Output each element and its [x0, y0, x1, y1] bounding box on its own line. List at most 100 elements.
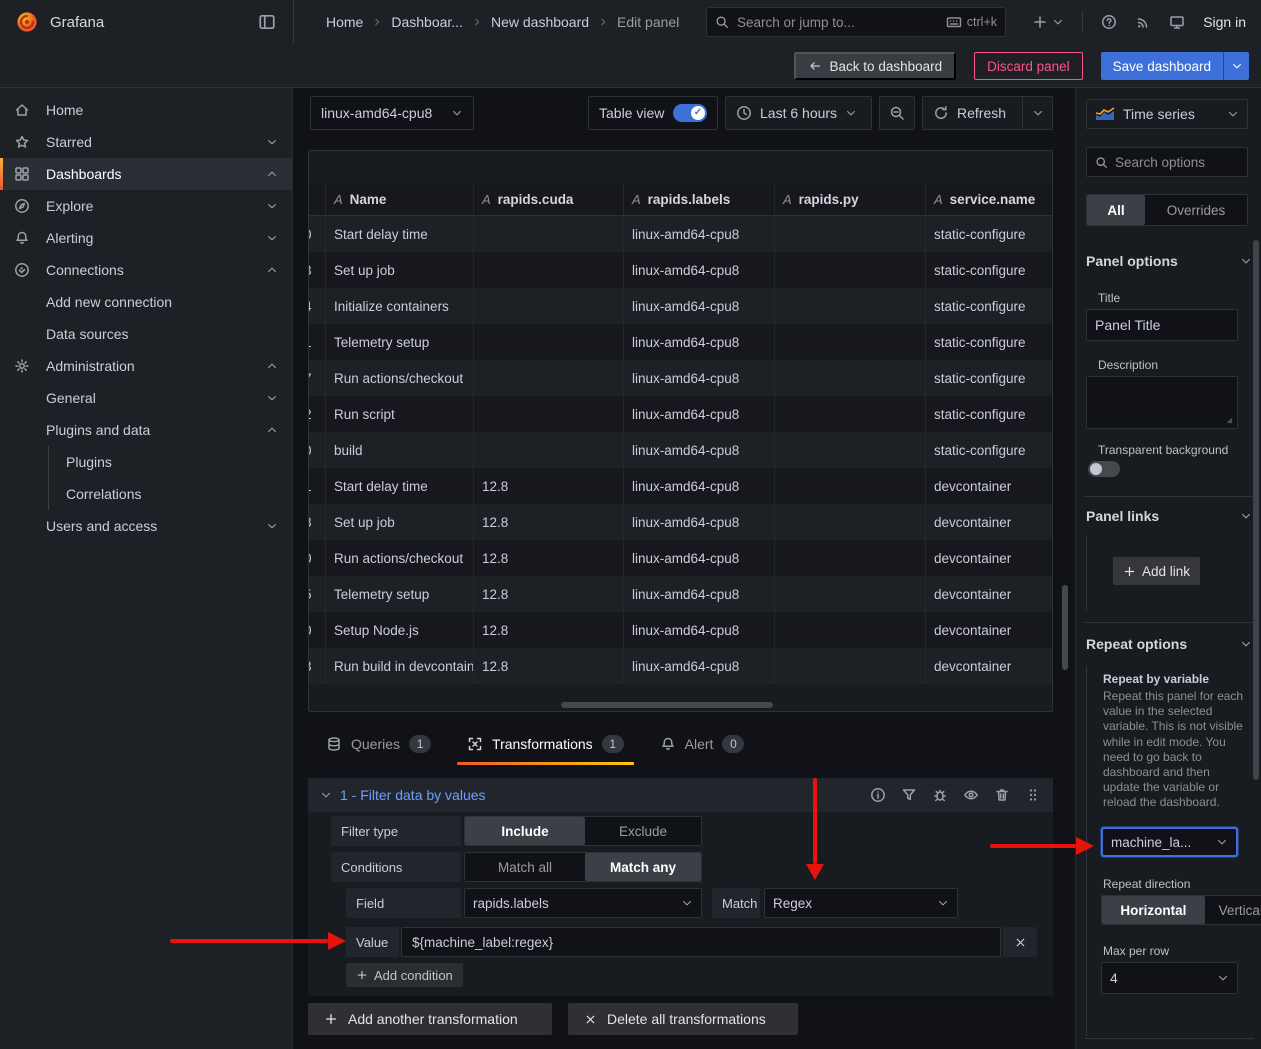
drag-handle-icon[interactable] — [1025, 787, 1041, 803]
sidebar-item-data-sources[interactable]: Data sources — [0, 318, 292, 350]
info-icon[interactable] — [870, 787, 886, 803]
delete-all-transformations-button[interactable]: Delete all transformations — [568, 1003, 798, 1035]
field-select[interactable]: rapids.labels — [464, 888, 702, 918]
sidebar-item-explore[interactable]: Explore — [0, 190, 292, 222]
table-header-service-name[interactable]: Aservice.name — [926, 184, 1053, 215]
filter-icon[interactable] — [901, 787, 917, 803]
sign-in-link[interactable]: Sign in — [1203, 14, 1246, 30]
table-row[interactable]: 0 Setup Node.js 12.8 linux-amd64-cpu8 de… — [309, 612, 1053, 648]
chevron-up-icon[interactable] — [266, 424, 278, 436]
chevron-down-icon[interactable] — [266, 200, 278, 212]
sidebar-item-dashboards[interactable]: Dashboards — [0, 158, 292, 190]
table-row[interactable]: 2 Run script linux-amd64-cpu8 static-con… — [309, 396, 1053, 432]
table-row[interactable]: 1 Start delay time 12.8 linux-amd64-cpu8… — [309, 468, 1053, 504]
repeat-direction-vertical[interactable]: Vertical — [1205, 896, 1261, 924]
new-menu-button[interactable] — [1032, 14, 1064, 30]
transformation-title[interactable]: 1 - Filter data by values — [340, 787, 486, 803]
table-header-rapids-py[interactable]: Arapids.py — [775, 184, 926, 215]
chevron-up-icon[interactable] — [266, 168, 278, 180]
chevron-down-icon[interactable] — [266, 520, 278, 532]
time-range-picker[interactable]: Last 6 hours — [725, 96, 872, 130]
options-pane-scrollbar[interactable] — [1253, 240, 1259, 780]
tab-all[interactable]: All — [1087, 195, 1145, 225]
help-icon[interactable] — [1101, 14, 1117, 30]
sidebar-item-connections[interactable]: Connections — [0, 254, 292, 286]
table-row[interactable]: 3 Set up job linux-amd64-cpu8 static-con… — [309, 252, 1053, 288]
save-dashboard-button[interactable]: Save dashboard — [1101, 52, 1223, 80]
sidebar-item-alerting[interactable]: Alerting — [0, 222, 292, 254]
max-per-row-select[interactable]: 4 — [1101, 962, 1238, 994]
repeat-options-section-header[interactable]: Repeat options — [1086, 636, 1252, 652]
news-rss-icon[interactable] — [1135, 14, 1151, 30]
options-search-input[interactable] — [1115, 155, 1239, 170]
tab-queries[interactable]: Queries 1 — [326, 726, 431, 762]
table-view-toggle[interactable]: ✓ — [673, 104, 707, 122]
panel-links-section-header[interactable]: Panel links — [1086, 508, 1252, 524]
monitor-icon[interactable] — [1169, 14, 1185, 30]
refresh-button[interactable]: Refresh — [922, 96, 1022, 130]
chevron-up-icon[interactable] — [266, 264, 278, 276]
zoom-out-time-button[interactable] — [879, 96, 915, 130]
resize-handle-icon[interactable] — [1222, 413, 1234, 425]
table-row[interactable]: 3 Run build in devcontainer 12.8 linux-a… — [309, 648, 1053, 684]
chevron-up-icon[interactable] — [266, 360, 278, 372]
brand[interactable]: Grafana — [16, 0, 104, 44]
repeat-direction-horizontal[interactable]: Horizontal — [1102, 896, 1205, 924]
discard-panel-button[interactable]: Discard panel — [974, 52, 1083, 80]
table-row[interactable]: 8 Set up job 12.8 linux-amd64-cpu8 devco… — [309, 504, 1053, 540]
table-header-rapids-labels[interactable]: Arapids.labels — [624, 184, 775, 215]
sidebar-item-plugins[interactable]: Plugins — [49, 446, 292, 478]
chevron-down-icon[interactable] — [320, 789, 332, 801]
tab-alert[interactable]: Alert 0 — [660, 726, 745, 762]
options-search[interactable] — [1086, 147, 1248, 177]
chevron-down-icon[interactable] — [266, 232, 278, 244]
save-dashboard-caret[interactable] — [1223, 52, 1249, 80]
filter-type-exclude[interactable]: Exclude — [585, 817, 701, 845]
debug-bug-icon[interactable] — [932, 787, 948, 803]
chevron-down-icon[interactable] — [266, 392, 278, 404]
panel-options-section-header[interactable]: Panel options — [1086, 253, 1252, 269]
add-condition-button[interactable]: Add condition — [346, 963, 463, 987]
conditions-match-all[interactable]: Match all — [465, 853, 585, 881]
chevron-down-icon[interactable] — [266, 136, 278, 148]
conditions-match-any[interactable]: Match any — [585, 853, 701, 881]
add-another-transformation-button[interactable]: Add another transformation — [308, 1003, 552, 1035]
table-header-rapids-cuda[interactable]: Arapids.cuda — [474, 184, 624, 215]
table-row[interactable]: 0 build linux-amd64-cpu8 static-configur… — [309, 432, 1053, 468]
remove-condition-button[interactable] — [1003, 927, 1037, 957]
table-header-name[interactable]: AName — [326, 184, 474, 215]
breadcrumb-home[interactable]: Home — [326, 14, 363, 30]
value-input[interactable] — [401, 927, 1001, 957]
search-input[interactable] — [737, 15, 938, 30]
variable-picker[interactable]: linux-amd64-cpu8 — [310, 96, 474, 130]
table-row[interactable]: 0 Start delay time linux-amd64-cpu8 stat… — [309, 216, 1053, 252]
breadcrumb-dashboards[interactable]: Dashboar... — [391, 14, 463, 30]
sidebar-item-administration[interactable]: Administration — [0, 350, 292, 382]
trash-icon[interactable] — [994, 787, 1010, 803]
panel-title-field[interactable] — [1086, 309, 1238, 341]
table-row[interactable]: 0 Run actions/checkout 12.8 linux-amd64-… — [309, 540, 1053, 576]
eye-icon[interactable] — [963, 787, 979, 803]
back-to-dashboard-button[interactable]: Back to dashboard — [794, 52, 957, 80]
sidebar-item-users-and-access[interactable]: Users and access — [0, 510, 292, 542]
tab-overrides[interactable]: Overrides — [1145, 195, 1247, 225]
sidebar-item-plugins-and-data[interactable]: Plugins and data — [0, 414, 292, 446]
transparent-background-toggle[interactable] — [1088, 461, 1120, 477]
table-row[interactable]: 5 Telemetry setup 12.8 linux-amd64-cpu8 … — [309, 576, 1053, 612]
refresh-interval-caret[interactable] — [1022, 96, 1053, 130]
tab-transformations[interactable]: Transformations 1 — [467, 726, 624, 762]
panel-title-input[interactable] — [1095, 317, 1229, 333]
table-row[interactable]: 7 Run actions/checkout linux-amd64-cpu8 … — [309, 360, 1053, 396]
sidebar-item-correlations[interactable]: Correlations — [49, 478, 292, 510]
transformation-header[interactable]: 1 - Filter data by values — [308, 778, 1053, 812]
sidebar-item-home[interactable]: Home — [0, 94, 292, 126]
description-textarea[interactable] — [1086, 376, 1238, 429]
repeat-variable-select[interactable]: machine_la... — [1101, 827, 1238, 857]
sidebar-item-add-new-connection[interactable]: Add new connection — [0, 286, 292, 318]
visualization-picker[interactable]: Time series — [1086, 99, 1248, 129]
filter-type-include[interactable]: Include — [465, 817, 585, 845]
table-row[interactable]: 4 Initialize containers linux-amd64-cpu8… — [309, 288, 1053, 324]
mega-menu-dock-icon[interactable] — [256, 11, 278, 33]
sidebar-item-general[interactable]: General — [0, 382, 292, 414]
breadcrumb-new-dashboard[interactable]: New dashboard — [491, 14, 589, 30]
